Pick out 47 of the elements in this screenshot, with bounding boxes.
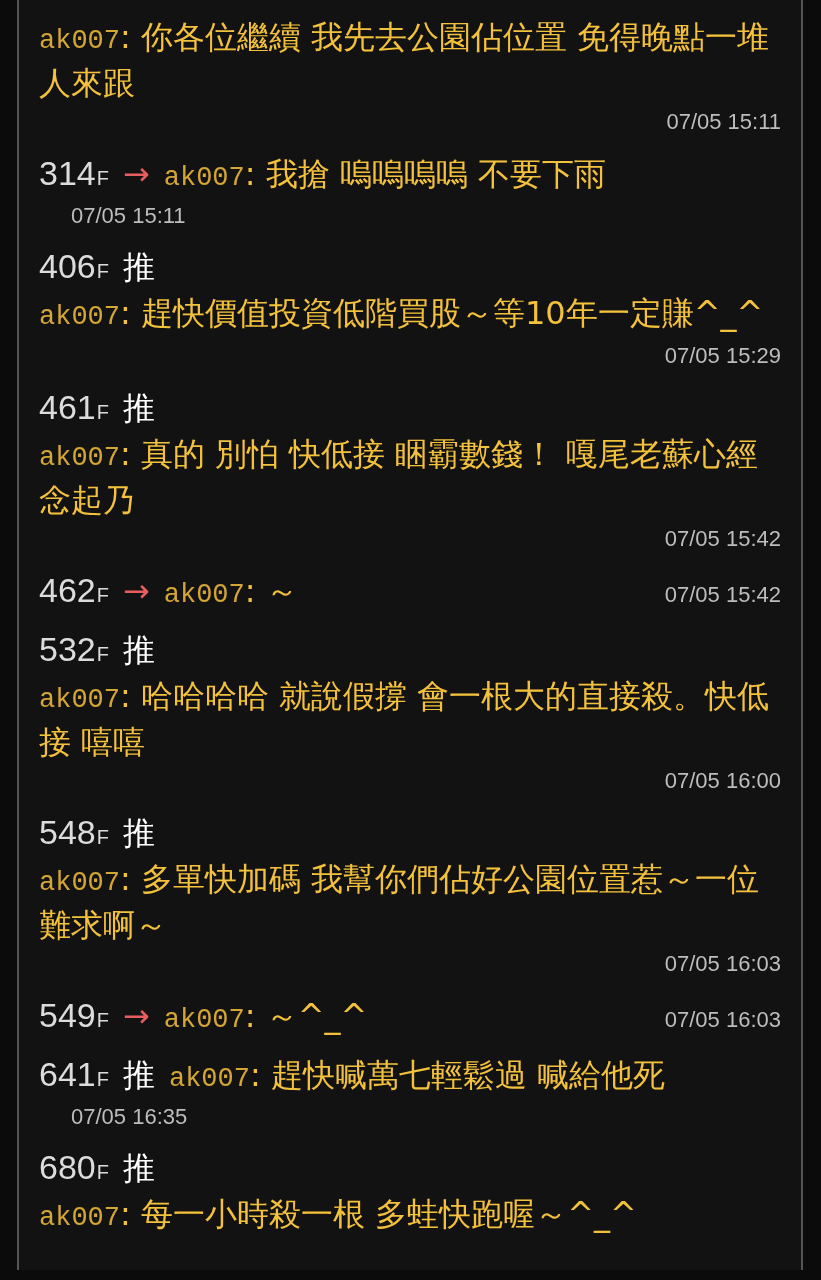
author-name: ak007 [163,1005,245,1035]
timestamp: 07/05 16:03 [664,951,781,976]
floor-number: 680F [39,1148,109,1186]
comment-text: ak007: 哈哈哈哈 就說假撐 會一根大的直接殺。快低接 嘻嘻 [39,677,770,761]
timestamp: 07/05 16:03 [664,1006,781,1034]
reply-arrow: → [122,997,150,1035]
floor-number: 549F [39,996,109,1034]
comment-text: ak007: 真的 別怕 快低接 睏霸數錢！ 嘎尾老蘇心經念起乃 [39,435,758,519]
comment-text: ak007: 趕快價值投資低階買股～等10年一定賺^_^ [39,294,764,332]
timestamp: 07/05 15:11 [71,203,186,228]
comment-text: ak007: ～^_^ [163,997,368,1035]
floor-number: 462F [39,571,109,609]
author-name: ak007 [163,163,245,193]
push-tag: 推 [122,1056,155,1094]
timestamp: 07/05 15:42 [664,581,781,609]
floor-number: 641F [39,1055,109,1093]
floor-number: 548F [39,813,109,851]
author-name: ak007 [39,685,120,715]
author-name: ak007 [39,868,120,898]
push-tag: 推 [122,389,155,427]
floor-number: 461F [39,388,109,426]
author-name: ak007 [163,580,245,610]
author-name: ak007 [39,302,120,332]
author-name: ak007 [39,443,120,473]
timestamp: 07/05 16:00 [664,768,781,793]
floor-number: 532F [39,630,109,668]
comment-text: ak007: 我搶 嗚嗚嗚嗚 不要下雨 [163,155,607,193]
timestamp: 07/05 16:35 [71,1104,188,1129]
push-tag: 推 [122,1149,155,1187]
push-tag: 推 [122,248,155,286]
timestamp: 07/05 15:29 [664,343,781,368]
comment-text: ak007: ～ [163,572,298,610]
floor-number: 314F [39,154,109,192]
reply-arrow: → [122,155,150,193]
comment-text: ak007: 多單快加碼 我幫你們佔好公園位置惹～一位難求啊～ [39,860,760,944]
author-name: ak007 [39,26,120,56]
author-name: ak007 [168,1064,250,1094]
reply-arrow: → [122,572,150,610]
push-tag: 推 [122,631,155,669]
timestamp: 07/05 15:11 [666,109,781,134]
timestamp: 07/05 15:42 [664,526,781,551]
comment-text: ak007: 你各位繼續 我先去公園佔位置 免得晚點一堆人來跟 [39,18,770,102]
comment-text: ak007: 每一小時殺一根 多蛙快跑喔～^_^ [39,1195,637,1233]
comment-text: ak007: 趕快喊萬七輕鬆過 喊給他死 [168,1056,666,1094]
push-tag: 推 [122,814,155,852]
floor-number: 406F [39,247,109,285]
author-name: ak007 [39,1203,120,1233]
